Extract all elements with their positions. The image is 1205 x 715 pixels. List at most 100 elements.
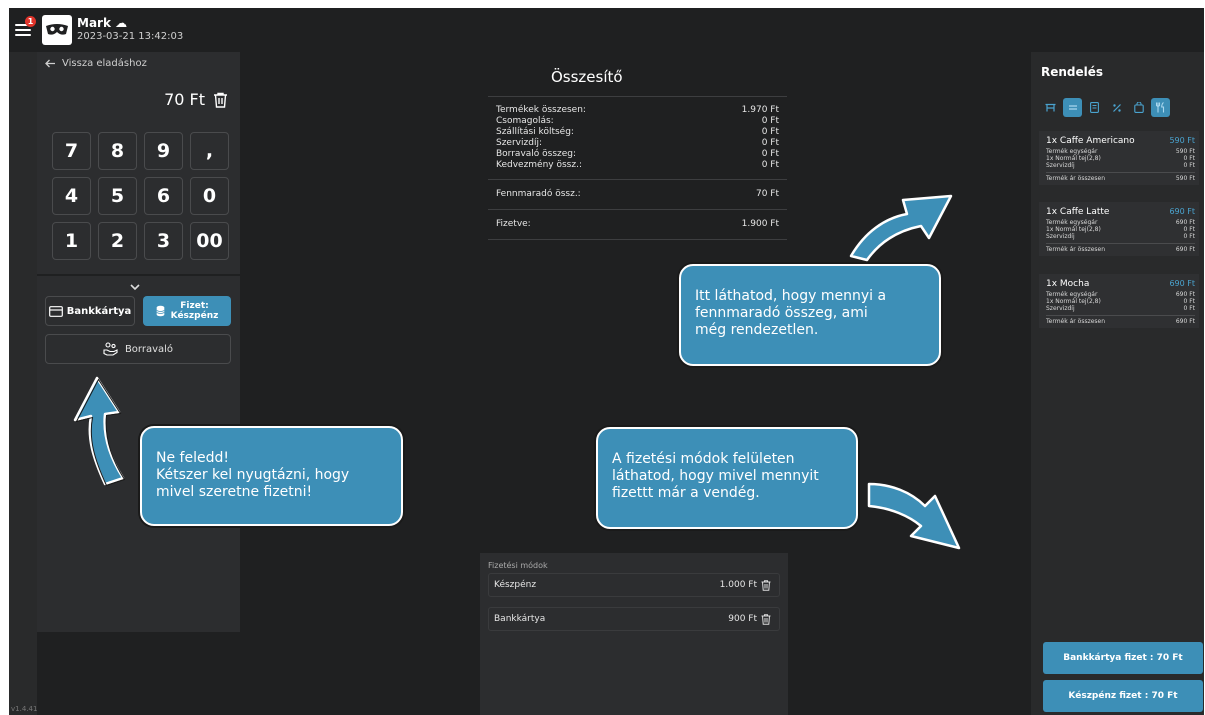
key-comma[interactable]: , [190,132,229,170]
hand-coins-icon [103,342,118,356]
summary-row-label: Szállítási költség: [496,127,574,137]
order-item-row-value: 690 Ft [1175,219,1195,226]
list-icon[interactable] [1063,98,1082,117]
remaining-row: Fennmaradó össz.: 70 Ft [496,189,779,200]
pay-card-button[interactable]: Bankkártya fizet : 70 Ft [1043,642,1203,674]
user-name: Mark [77,16,111,30]
summary-row-label: Kedvezmény össz.: [496,160,582,170]
chevron-down-icon[interactable] [130,280,140,294]
key-1[interactable]: 1 [52,222,91,260]
order-item-row-value: 0 Ft [1183,155,1195,162]
order-item-row-label: 1x Normál tej(2,8) [1046,226,1101,233]
shopping-bag-icon[interactable] [1129,98,1148,117]
trash-icon[interactable] [761,613,771,625]
tutorial-arrow-up-right-icon [849,194,953,262]
percent-icon[interactable] [1107,98,1126,117]
order-title: Rendelés [1041,65,1104,79]
order-item-total-label: Termék ár összesen [1046,246,1106,253]
cutlery-icon[interactable] [1151,98,1170,117]
order-item-row-label: Szervizdíj [1046,162,1075,169]
callout-line: még rendezetlen. [695,322,819,338]
key-3[interactable]: 3 [144,222,183,260]
left-strip: v1.4.41 [9,52,37,715]
remaining-label: Fennmaradó össz.: [496,189,581,199]
remaining-value: 70 Ft [755,189,779,199]
order-item-row-value: 590 Ft [1175,148,1195,155]
order-item-row-value: 0 Ft [1183,298,1195,305]
payment-method-row: Bankkártya 900 Ft [488,607,780,631]
key-8[interactable]: 8 [98,132,137,170]
key-7[interactable]: 7 [52,132,91,170]
tip-button[interactable]: Borravaló [45,334,231,364]
summary-row-value: 1.970 Ft [741,105,779,115]
payment-methods-panel: Fizetési módok Készpénz 1.000 Ft Bankkár… [480,553,788,715]
table-icon[interactable] [1041,98,1060,117]
trash-icon[interactable] [213,92,228,108]
order-item-row-label: Szervizdíj [1046,305,1075,312]
cash-payment-button[interactable]: Fizet: Készpénz [143,296,231,326]
paid-section: Fizetve: 1.900 Ft [488,210,787,239]
order-item-row: 1x Normál tej(2,8) 0 Ft [1046,226,1195,233]
order-item-card[interactable]: 1x Caffe Americano 590 Ft Termék egységár… [1039,131,1199,185]
callout-line: mivel szeretne fizetni! [156,484,313,500]
summary-row: Kedvezmény össz.: 0 Ft [496,160,779,171]
order-item-row: Termék egységár 690 Ft [1046,291,1195,298]
payment-method-label: Bankkártya [494,614,546,624]
summary-row-label: Szervizdíj: [496,138,542,148]
user-info: Mark ☁ 2023-03-21 13:42:03 [77,16,183,42]
tutorial-arrow-up-icon [73,376,126,487]
key-6[interactable]: 6 [144,177,183,215]
order-item-name: 1x Caffe Americano [1046,136,1135,146]
key-2[interactable]: 2 [98,222,137,260]
back-label: Vissza eladáshoz [62,58,147,69]
callout-line: láthatod, hogy mivel mennyit [612,468,819,484]
order-item-row: Szervizdíj 0 Ft [1046,233,1195,240]
key-9[interactable]: 9 [144,132,183,170]
summary-row-label: Termékek összesen: [496,105,586,115]
summary-totals: Termékek összesen: 1.970 Ft Csomagolás: 0 … [488,97,787,179]
app-window: 1 Mark ☁ 2023-03-21 13:42:03 v1.4.41 Vis… [9,8,1204,715]
order-item-name: 1x Mocha [1046,279,1090,289]
summary-row-label: Borravaló összeg: [496,149,577,159]
trash-icon[interactable] [761,579,771,591]
cash-payment-text: Fizet: Készpénz [171,301,219,321]
pay-cash-button[interactable]: Készpénz fizet : 70 Ft [1043,680,1203,712]
datetime: 2023-03-21 13:42:03 [77,31,184,42]
order-item-total: Termék ár összesen 690 Ft [1046,315,1195,325]
summary-row-value: 0 Ft [761,138,779,148]
order-item-row: Szervizdíj 0 Ft [1046,162,1195,169]
callout-line: Ne feledd! [156,450,229,466]
back-to-sale-link[interactable]: Vissza eladáshoz [45,58,147,69]
entered-amount: 70 Ft [164,90,228,109]
card-payment-button[interactable]: Bankkártya [45,296,135,326]
order-item-row: Termék egységár 590 Ft [1046,148,1195,155]
order-item-card[interactable]: 1x Caffe Latte 690 Ft Termék egységár 690 … [1039,202,1199,256]
cash-payment-line1: Fizet: [180,301,209,311]
payment-method-value: 1.000 Ft [719,580,757,590]
receipt-icon[interactable] [1085,98,1104,117]
key-5[interactable]: 5 [98,177,137,215]
order-item-total: Termék ár összesen 590 Ft [1046,172,1195,182]
key-00[interactable]: 00 [190,222,229,260]
order-item-row-label: 1x Normál tej(2,8) [1046,155,1101,162]
mask-logo-icon [42,15,72,45]
summary-row: Csomagolás: 0 Ft [496,116,779,127]
order-item-row-label: Termék egységár [1046,291,1098,298]
summary-row: Borravaló összeg: 0 Ft [496,149,779,160]
keypad-panel: Vissza eladáshoz 70 Ft 7 8 9 , 4 5 6 0 1… [37,52,240,274]
callout-line: fennmaradó összeg, ami [695,305,868,321]
key-0[interactable]: 0 [190,177,229,215]
remaining-section: Fennmaradó össz.: 70 Ft [488,180,787,209]
order-item-name: 1x Caffe Latte [1046,207,1110,217]
cash-payment-line2: Készpénz [170,311,219,321]
order-type-icons [1041,98,1170,117]
order-item-price: 690 Ft [1169,207,1195,216]
order-item-total-label: Termék ár összesen [1046,175,1106,182]
credit-card-icon [48,305,63,317]
order-item-card[interactable]: 1x Mocha 690 Ft Termék egységár 690 Ft 1x … [1039,274,1199,328]
order-item-row-label: Termék egységár [1046,148,1098,155]
key-4[interactable]: 4 [52,177,91,215]
order-item-total-value: 590 Ft [1175,175,1195,182]
summary-row-label: Csomagolás: [496,116,554,126]
card-payment-label: Bankkártya [66,305,132,317]
